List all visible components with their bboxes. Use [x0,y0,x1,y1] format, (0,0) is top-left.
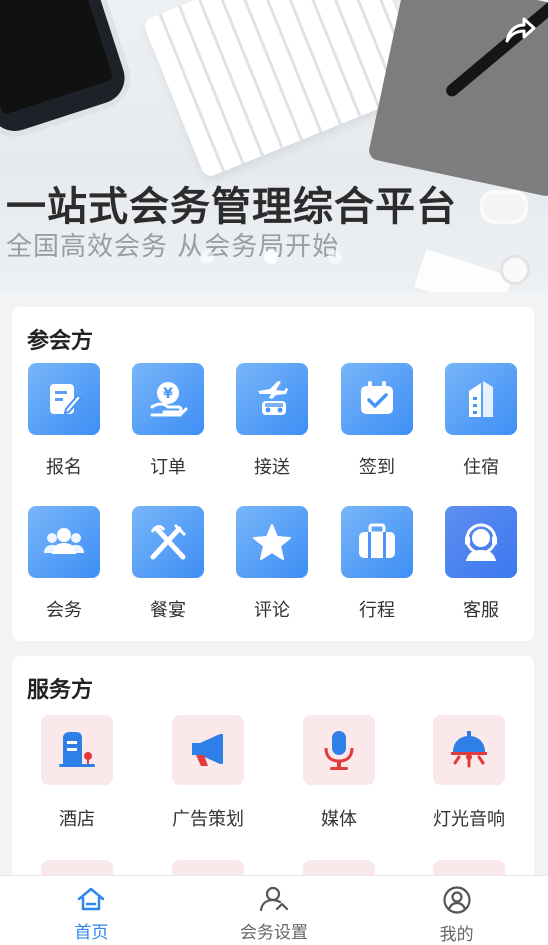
grid-label: 报名 [46,457,82,478]
grid-item-order[interactable]: ¥ 订单 [116,363,220,479]
grid-label: 订单 [150,457,186,478]
grid-label: 会务 [46,600,82,621]
group-icon [28,506,100,578]
grid-label: 签到 [359,457,395,478]
grid-item-lighting[interactable]: 灯光音响 [416,715,522,831]
share-arrow-icon[interactable] [500,10,540,50]
grid-label: 媒体 [321,809,357,830]
home-icon [76,886,106,916]
tab-conference-settings[interactable]: 会务设置 [183,876,366,945]
profile-icon [442,886,472,918]
grid-item-advertising[interactable]: 广告策划 [155,715,261,831]
tab-label: 首页 [74,923,109,943]
grid-label: 评论 [254,600,290,621]
grid-label: 餐宴 [150,600,186,621]
hotel-icon [41,715,113,785]
microphone-icon [303,715,375,785]
section-title-attendee: 参会方 [27,329,94,354]
grid-label: 住宿 [463,457,499,478]
banner-carousel[interactable]: 一站式会务管理综合平台 全国高效会务 从会务局开始 [0,0,548,292]
yen-hand-icon: ¥ [132,363,204,435]
grid-label: 广告策划 [172,809,244,830]
grid-item-pickup[interactable]: 接送 [220,363,324,479]
grid-item-itinerary[interactable]: 行程 [325,506,429,622]
banner-title: 一站式会务管理综合平台 [6,184,457,230]
user-settings-icon [259,886,289,916]
grid-item-hotel[interactable]: 酒店 [24,715,130,831]
megaphone-icon [172,715,244,785]
section-title-provider: 服务方 [27,678,94,703]
calendar-check-icon [341,363,413,435]
grid-label: 行程 [359,600,395,621]
tab-mine[interactable]: 我的 [365,876,548,945]
attendee-section: 参会方 报名 ¥ 订单 接送 签到 住宿 会务 餐宴 评论 行程 客服 [12,307,534,641]
plane-car-icon [236,363,308,435]
carousel-dot-active[interactable] [264,250,278,264]
carousel-dot[interactable] [200,250,214,264]
building-icon [445,363,517,435]
tab-home[interactable]: 首页 [0,876,183,945]
stage-light-icon [433,715,505,785]
grid-item-media[interactable]: 媒体 [286,715,392,831]
earbud-image [480,190,528,224]
grid-label: 酒店 [59,809,95,830]
phone-image [0,0,132,138]
grid-item-review[interactable]: 评论 [220,506,324,622]
headset-icon [445,506,517,578]
star-icon [236,506,308,578]
grid-item-support[interactable]: 客服 [429,506,533,622]
grid-item-checkin[interactable]: 签到 [325,363,429,479]
grid-item-banquet[interactable]: 餐宴 [116,506,220,622]
grid-label: 客服 [463,600,499,621]
earbud-image-2 [500,255,530,285]
carousel-dots [200,250,342,264]
grid-label: 灯光音响 [433,809,505,830]
suitcase-icon [341,506,413,578]
grid-item-lodging[interactable]: 住宿 [429,363,533,479]
grid-item-conference[interactable]: 会务 [12,506,116,622]
grid-label: 接送 [254,457,290,478]
fork-knife-icon [132,506,204,578]
cable-image [414,249,512,292]
carousel-dot[interactable] [328,250,342,264]
edit-form-icon [28,363,100,435]
provider-section: 服务方 酒店 广告策划 媒体 灯光音响 [12,656,534,930]
tab-label: 会务设置 [240,923,308,943]
svg-text:¥: ¥ [163,386,173,402]
bottom-tab-bar: 首页 会务设置 我的 [0,875,548,945]
tab-label: 我的 [439,925,474,945]
grid-item-signup[interactable]: 报名 [12,363,116,479]
